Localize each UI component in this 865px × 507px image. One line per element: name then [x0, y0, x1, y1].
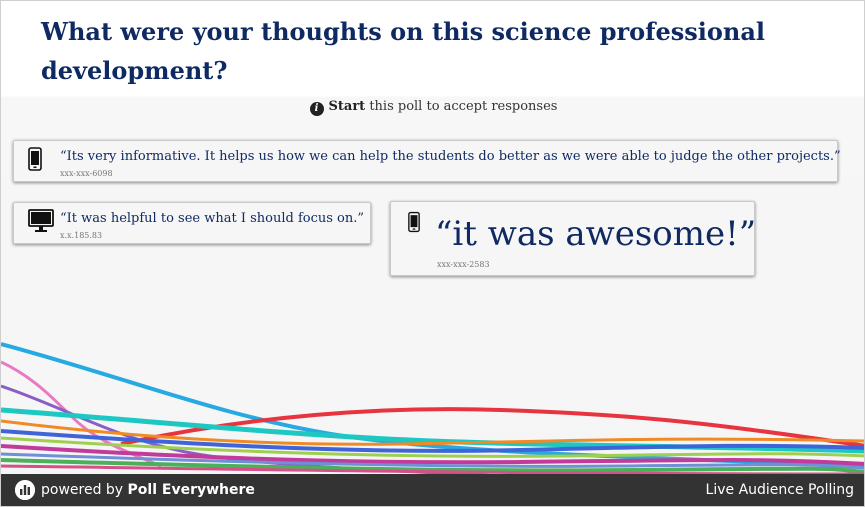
response-source: x.x.185.83	[60, 231, 103, 240]
desktop-monitor-icon	[28, 209, 54, 237]
response-source: xxx-xxx-6098	[60, 169, 113, 178]
response-source: xxx-xxx-2583	[437, 260, 490, 269]
mobile-phone-icon	[28, 147, 42, 175]
response-text: “it was awesome!”	[435, 214, 757, 254]
status-text: this poll to accept responses	[369, 99, 558, 114]
powered-by-link[interactable]: powered by Poll Everywhere	[41, 482, 255, 498]
powered-by-prefix: powered by	[41, 482, 124, 498]
response-text: “It was helpful to see what I should foc…	[60, 211, 365, 226]
footer-tagline: Live Audience Polling	[705, 482, 854, 498]
response-card: “Its very informative. It helps us how w…	[13, 140, 841, 182]
poll-title: What were your thoughts on this science …	[41, 17, 765, 85]
footer-bar: powered by Poll Everywhere Live Audience…	[1, 474, 864, 506]
poll-status-message: i Start this poll to accept responses	[1, 99, 864, 116]
mobile-phone-icon	[408, 211, 420, 237]
brand-name: Poll Everywhere	[127, 482, 255, 498]
info-icon: i	[309, 102, 324, 116]
start-action-label[interactable]: Start	[329, 99, 366, 114]
decorative-ribbons	[1, 342, 864, 476]
poll-everywhere-logo-icon[interactable]	[15, 480, 35, 500]
response-card: “it was awesome!” xxx-xxx-2583	[390, 201, 757, 276]
response-text: “Its very informative. It helps us how w…	[60, 149, 841, 164]
poll-presentation: What were your thoughts on this science …	[0, 0, 865, 507]
response-card: “It was helpful to see what I should foc…	[13, 202, 371, 244]
